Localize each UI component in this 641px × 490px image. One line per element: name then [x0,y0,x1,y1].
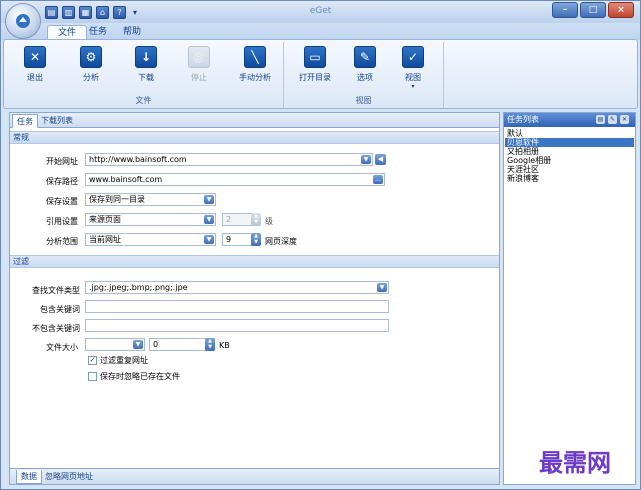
start-url-label: 开始网址 [46,157,78,166]
section-filter: 过滤 [10,255,499,268]
floppy-icon[interactable]: ▦ [79,6,92,19]
exclude-keyword-input[interactable] [85,319,389,332]
task-item[interactable]: Google相册 [505,156,634,165]
depth-stepper[interactable]: ▲ ▼ [251,233,261,246]
menu-bar: 文件 任务 帮助 [1,23,640,40]
exclude-keyword-label: 不包含关键词 [32,324,80,333]
chevron-down-icon: ▼ [204,215,214,224]
ref-setting-select[interactable]: 来源页面 ▼ [85,213,216,226]
filter-duplicate-checkbox[interactable]: ✓ 过滤重复网址 [88,355,148,366]
file-types-label: 查找文件类型 [32,286,80,295]
include-keyword-label: 包含关键词 [40,305,80,314]
save-path-label: 保存路径 [46,177,78,186]
view-button[interactable]: ✓ 视图 ▾ [396,46,430,90]
ribbon: ✕ 退出 ⚙ 分析 ↓ 下载 ◎ 停止 ╲ 手动分析 文件 ▭ 打开目录 ✎ 选… [3,39,638,109]
quick-access-dropdown[interactable]: ▾ [130,8,140,17]
task-list-header: 任务列表 ▤ ✎ ✕ [504,113,635,127]
tab-data[interactable]: 数据 [16,470,42,484]
task-list-panel: 任务列表 ▤ ✎ ✕ 默认 贝恩软件 又拍相册 Google相册 天涯社区 新浪… [503,112,636,485]
panel-tabs: 任务 下载列表 [10,113,499,128]
app-window: eGet ▤ ▥ ▦ ⌂ ? ▾ – □ × 文件 任务 帮助 ✕ 退出 ⚙ 分… [0,0,641,490]
task-item[interactable]: 又拍相册 [505,147,634,156]
chevron-down-icon: ▼ [377,283,387,292]
ref-level-unit: 级 [265,217,273,226]
start-url-input[interactable]: http://www.bainsoft.com ▼ [85,153,373,166]
app-logo-icon [16,14,30,28]
ribbon-group-view: ▭ 打开目录 ✎ 选项 ✓ 视图 ▾ 视图 [284,42,444,108]
home-icon[interactable]: ⌂ [96,6,109,19]
app-menu-button[interactable] [5,3,41,39]
section-general: 常规 [10,131,499,144]
ribbon-group-file: ✕ 退出 ⚙ 分析 ↓ 下载 ◎ 停止 ╲ 手动分析 文件 [4,42,284,108]
ribbon-group-file-label: 文件 [135,96,152,105]
bottom-tabs: 数据 忽略网页地址 [10,468,499,484]
include-keyword-input[interactable] [85,300,389,313]
task-item[interactable]: 天涯社区 [505,165,634,174]
watermark-text: 最需网 [539,448,611,477]
help-icon[interactable]: ? [113,6,126,19]
minimize-button[interactable]: – [552,2,578,18]
new-task-icon[interactable]: ▤ [596,115,605,124]
go-arrow-icon[interactable]: ◀ [375,154,386,165]
analyze-button[interactable]: ⚙ 分析 [74,46,108,90]
file-size-operator-select[interactable]: ▼ [85,338,145,351]
tab-ignore-urls[interactable]: 忽略网页地址 [41,470,97,484]
tab-help[interactable]: 帮助 [113,25,151,40]
task-item[interactable]: 默认 [505,129,634,138]
save-setting-select[interactable]: 保存到同一目录 ▼ [85,193,216,206]
file-size-stepper[interactable]: ▲ ▼ [205,338,215,351]
checkbox-checked-icon: ✓ [88,356,97,365]
download-icon: ↓ [135,46,157,68]
window-controls: – □ × [552,2,634,18]
download-button[interactable]: ↓ 下载 [129,46,163,90]
open-folder-icon: ▭ [304,46,326,68]
options-icon: ✎ [354,46,376,68]
file-types-input[interactable]: .jpg;.jpeg;.bmp;.png;.jpe ▼ [85,281,389,294]
ref-setting-label: 引用设置 [46,217,78,226]
task-settings-panel: 任务 下载列表 常规 开始网址 http://www.bainsoft.com … [9,112,500,485]
close-button[interactable]: × [608,2,634,18]
checkbox-unchecked-icon [88,372,97,381]
ref-level-stepper[interactable]: ▲ ▼ [251,213,261,226]
save-icon[interactable]: ▥ [62,6,75,19]
stop-icon: ◎ [188,46,210,68]
task-item-selected[interactable]: 贝恩软件 [505,138,634,147]
maximize-button[interactable]: □ [580,2,606,18]
manual-analyze-button[interactable]: ╲ 手动分析 [238,46,272,90]
quick-access-toolbar: ▤ ▥ ▦ ⌂ ? ▾ [45,5,140,20]
exit-icon: ✕ [24,46,46,68]
file-size-unit: KB [219,341,230,350]
depth-unit: 网页深度 [265,237,297,246]
file-size-label: 文件大小 [46,343,78,352]
view-dropdown-icon: ▾ [411,83,415,90]
task-list-title: 任务列表 [507,115,539,124]
view-icon: ✓ [402,46,424,68]
chevron-down-icon: ▼ [204,195,214,204]
skip-existing-checkbox[interactable]: 保存时忽略已存在文件 [88,371,180,382]
browse-folder-icon[interactable]: … [373,175,383,184]
title-bar: eGet ▤ ▥ ▦ ⌂ ? ▾ – □ × [1,1,640,23]
tab-task-settings[interactable]: 任务 [12,114,38,128]
delete-task-icon[interactable]: ✕ [620,115,629,124]
gears-icon: ⚙ [80,46,102,68]
options-button[interactable]: ✎ 选项 [348,46,382,90]
open-folder-button[interactable]: ▭ 打开目录 [298,46,332,90]
chevron-down-icon: ▼ [204,235,214,244]
chevron-down-icon[interactable]: ▼ [361,155,371,164]
edit-task-icon[interactable]: ✎ [608,115,617,124]
chevron-down-icon: ▼ [133,340,143,349]
exit-button[interactable]: ✕ 退出 [18,46,52,90]
analysis-range-select[interactable]: 当前网址 ▼ [85,233,216,246]
folder-open-icon[interactable]: ▤ [45,6,58,19]
save-setting-label: 保存设置 [46,197,78,206]
task-item[interactable]: 新浪博客 [505,174,634,183]
analysis-range-label: 分析范围 [46,237,78,246]
stop-button[interactable]: ◎ 停止 [182,46,216,90]
tab-task[interactable]: 任务 [79,25,117,40]
task-list: 默认 贝恩软件 又拍相册 Google相册 天涯社区 新浪博客 [505,129,634,183]
wrench-icon: ╲ [244,46,266,68]
tab-download-list[interactable]: 下载列表 [37,114,77,128]
ribbon-group-view-label: 视图 [355,96,372,105]
save-path-input[interactable]: www.bainsoft.com … [85,173,385,186]
